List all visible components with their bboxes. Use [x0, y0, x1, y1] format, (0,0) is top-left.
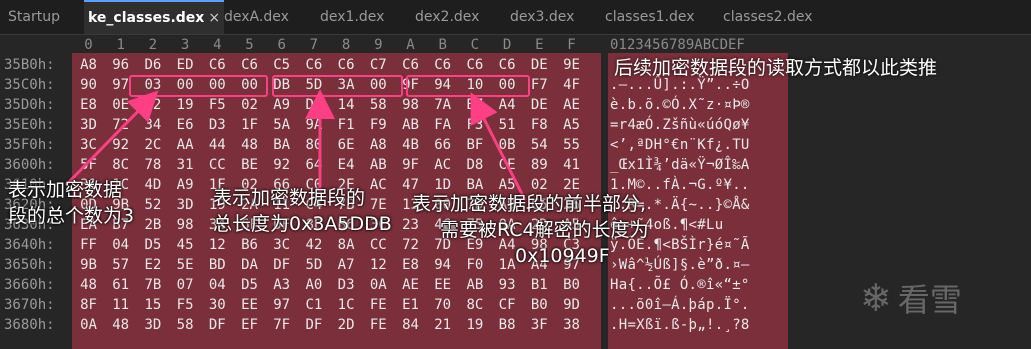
watermark: ❄ 看雪 — [860, 275, 962, 321]
annotation-first-half: 表示加密数据段的前半部分, — [412, 193, 647, 215]
tab-label: dex2.dex — [415, 9, 480, 25]
hex-editor[interactable]: 0123456789ABCDEF 0123456789ABCDEF 35B0h:… — [0, 35, 1031, 349]
watermark-text: 看雪 — [897, 281, 962, 319]
tab-label: ke_classes.dex — [88, 10, 205, 26]
tab-classes1[interactable]: classes1.dex — [605, 0, 695, 34]
tab-label: Startup — [8, 9, 60, 25]
tab-bar: Startup ke_classes.dex × dexA.dex dex1.de… — [0, 0, 1031, 35]
arrow-first-half — [470, 92, 527, 201]
tab-dex2[interactable]: dex2.dex — [415, 0, 479, 34]
tab-dex3[interactable]: dex3.dex — [510, 0, 574, 34]
tab-label: classes1.dex — [605, 9, 695, 25]
tab-label: dex1.dex — [320, 9, 385, 25]
tab-label: dex3.dex — [510, 9, 575, 25]
tab-ke-classes[interactable]: ke_classes.dex × — [84, 0, 225, 34]
snowflake-icon: ❄ — [860, 276, 892, 320]
annotation-rc4: 需要被RC4解密的长度为 — [440, 219, 649, 241]
tab-label: dexA.dex — [224, 9, 289, 25]
tab-startup[interactable]: Startup — [8, 0, 60, 34]
tab-label: classes2.dex — [723, 9, 813, 25]
tab-dexA[interactable]: dexA.dex — [224, 0, 289, 34]
annotation-rc4-value: 0x10949F — [515, 245, 610, 267]
annotation-title: 后续加密数据段的读取方式都以此类推 — [614, 57, 938, 79]
annotation-total-length: 表示加密数据段的 总长度为0x3A5DDB — [213, 187, 392, 235]
arrow-count — [64, 90, 159, 187]
tab-dex1[interactable]: dex1.dex — [320, 0, 384, 34]
close-icon[interactable]: × — [208, 10, 220, 26]
annotation-count: 表示加密数据 段的总个数为3 — [8, 179, 135, 227]
tab-classes2[interactable]: classes2.dex — [723, 0, 813, 34]
